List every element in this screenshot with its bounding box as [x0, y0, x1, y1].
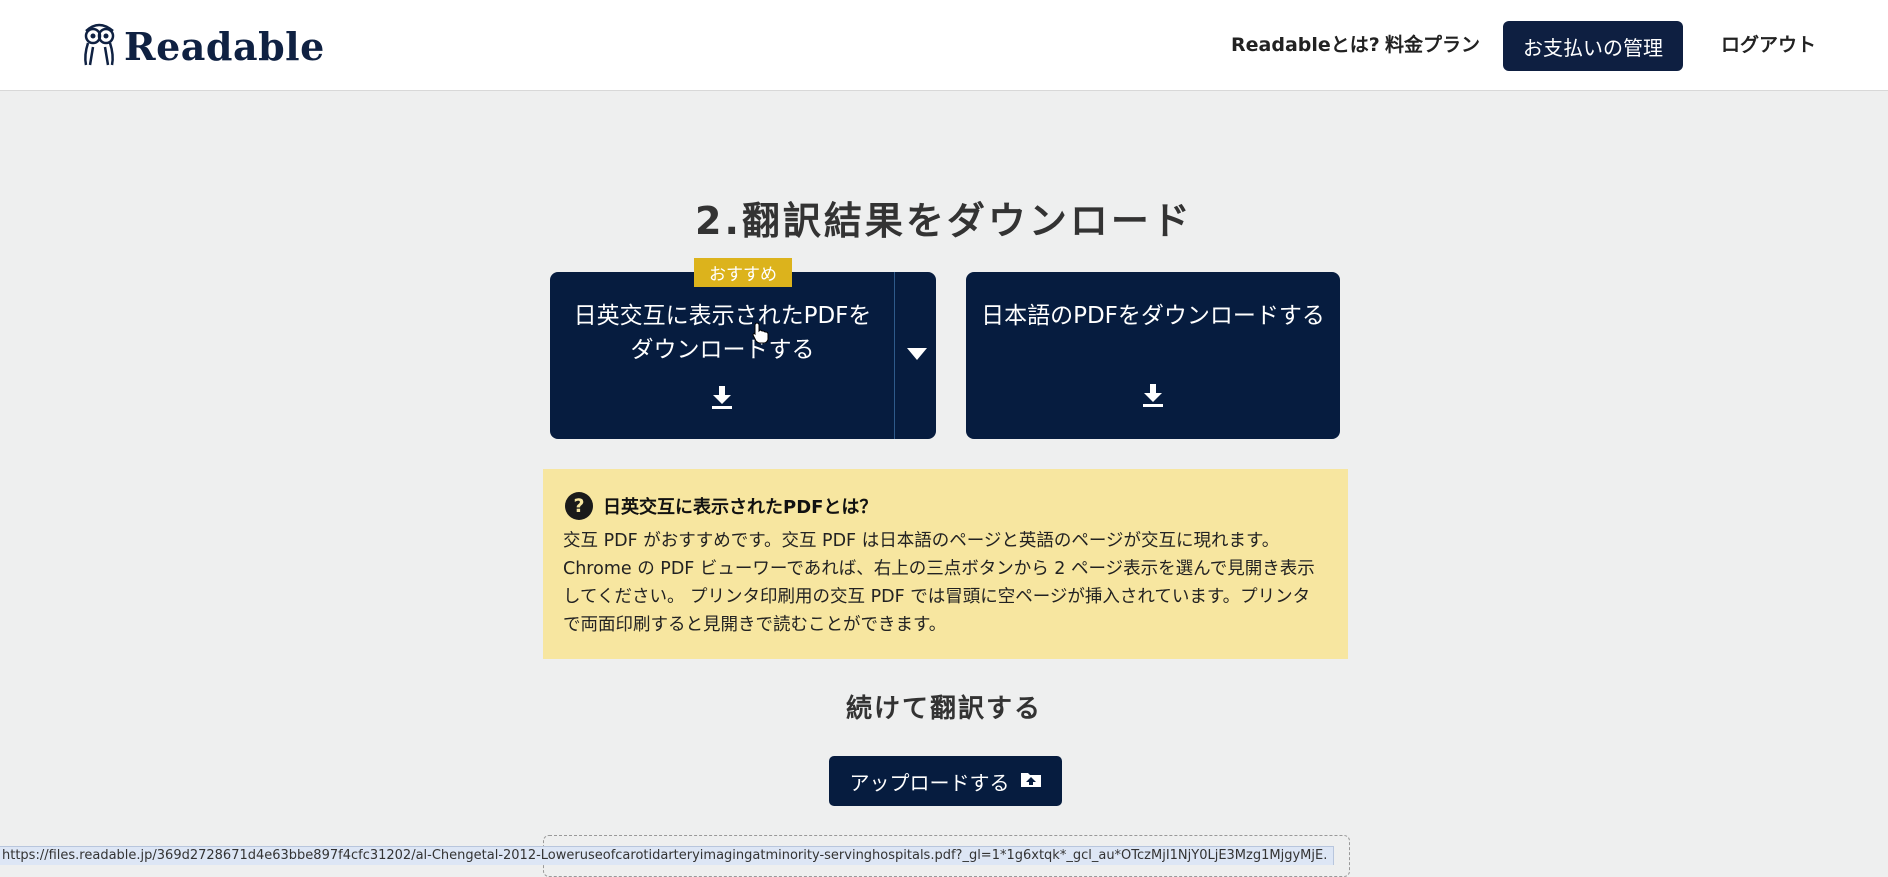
billing-management-button[interactable]: お支払いの管理: [1503, 21, 1683, 71]
info-box: ? 日英交互に表示されたPDFとは？ 交互 PDF がおすすめです。交互 PDF…: [543, 469, 1348, 659]
download-japanese-button[interactable]: 日本語のPDFをダウンロードする: [966, 272, 1340, 439]
info-line: 交互 PDF がおすすめです。交互 PDF は日本語のページと英語のページが交互…: [563, 531, 1280, 551]
logout-link[interactable]: ログアウト: [1721, 30, 1816, 57]
download-bilingual-label-line1: 日英交互に表示されたPDFを: [573, 303, 872, 329]
info-line: Chrome の PDF ビューワーであれば、右上の三点ボタンから 2 ページ表…: [563, 559, 1315, 579]
download-icon: [710, 384, 734, 410]
download-bilingual-button[interactable]: 日英交互に表示されたPDFを ダウンロードする: [550, 272, 895, 439]
info-title: 日英交互に表示されたPDFとは？: [603, 497, 878, 518]
download-japanese-label: 日本語のPDFをダウンロードする: [981, 303, 1325, 329]
download-bilingual-label-line2: ダウンロードする: [630, 337, 815, 363]
download-bilingual-card: 日英交互に表示されたPDFを ダウンロードする: [550, 272, 936, 439]
nav-about-link[interactable]: Readableとは?: [1231, 30, 1380, 57]
info-body: 交互 PDF がおすすめです。交互 PDF は日本語のページと英語のページが交互…: [563, 527, 1335, 639]
logo-text: Readable: [124, 23, 325, 69]
status-bar-url: https://files.readable.jp/369d2728671d4e…: [0, 846, 1335, 865]
upload-folder-icon: [1020, 769, 1042, 793]
chevron-down-icon: [907, 348, 927, 360]
question-icon: ?: [565, 492, 593, 520]
hand-cursor-icon: [752, 322, 770, 348]
logo[interactable]: Readable: [80, 22, 325, 70]
recommend-badge: おすすめ: [694, 258, 792, 287]
upload-button-label: アップロードする: [849, 770, 1010, 795]
owl-logo-icon: [80, 21, 118, 71]
page-title: 2.翻訳結果をダウンロード: [695, 199, 1193, 243]
download-options-dropdown[interactable]: [894, 272, 937, 439]
info-line: で両面印刷すると見開きで読むことができます。: [563, 615, 947, 635]
site-header: Readable Readableとは? 料金プラン お支払いの管理 ログアウト: [0, 0, 1888, 91]
info-line: してください。 プリンタ印刷用の交互 PDF では冒頭に空ページが挿入されていま…: [563, 587, 1311, 607]
upload-button[interactable]: アップロードする: [829, 756, 1062, 806]
nav-pricing-link[interactable]: 料金プラン: [1385, 30, 1480, 57]
download-icon: [1141, 382, 1165, 408]
continue-translate-heading: 続けて翻訳する: [845, 694, 1042, 724]
